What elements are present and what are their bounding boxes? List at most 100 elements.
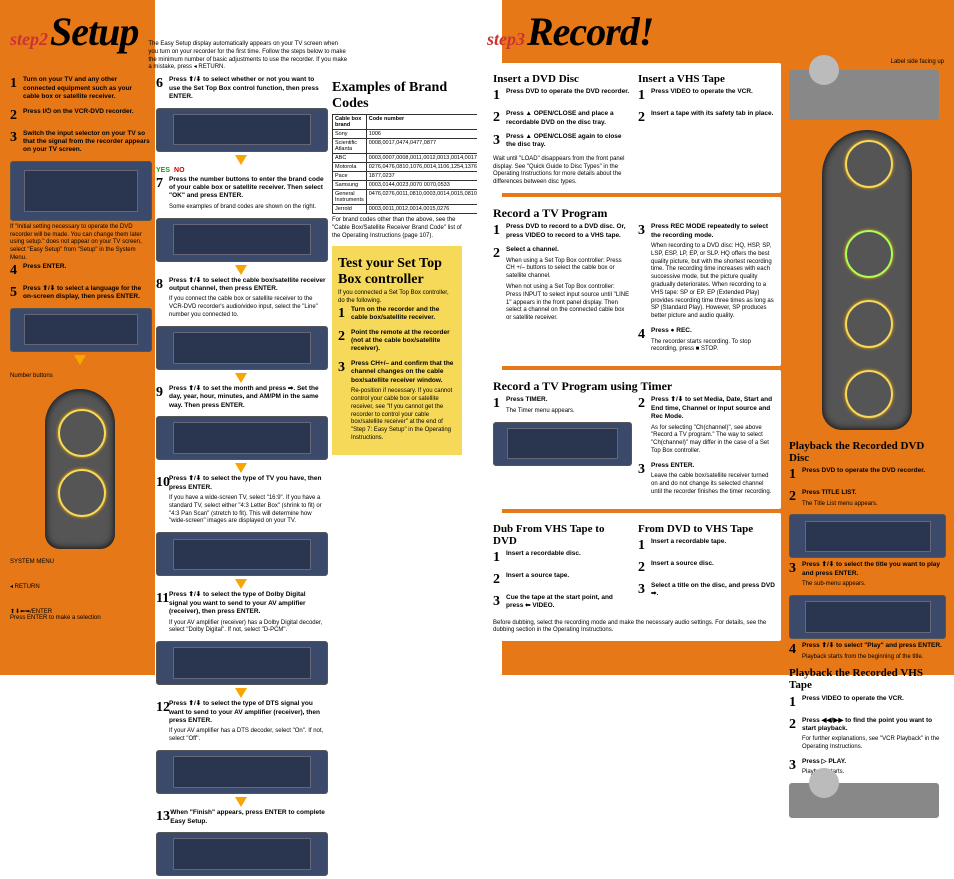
d1-n2: Insert a source tape. — [506, 572, 569, 580]
d2-n1: Insert a recordable tape. — [651, 538, 726, 546]
pv-n2: Press ◀◀/▶▶ to find the point you want t… — [802, 717, 932, 732]
rectv-n2b: When not using a Set Top Box controller:… — [506, 284, 630, 323]
step2-label: step2 — [10, 29, 48, 50]
s2-n12sub: If your AV amplifier has a DTS decoder, … — [169, 728, 326, 744]
dub1-title: Dub From VHS Tape to DVD — [493, 523, 630, 547]
tv-screen-6 — [156, 416, 328, 460]
tv-screen-8 — [156, 641, 328, 685]
dvd-player-illustration — [789, 70, 939, 120]
pd-n2: Press TITLE LIST. — [802, 489, 857, 496]
rectv-n2a: When using a Set Top Box controller: Pre… — [506, 258, 630, 281]
rt-n3: Press ENTER. — [651, 462, 694, 469]
d2-n2: Insert a source disc. — [651, 560, 714, 568]
table-row: General Instruments0476,0276,0011,0810,0… — [333, 189, 494, 204]
d1-n1: Insert a recordable disc. — [506, 550, 581, 558]
arrow-icon — [235, 797, 247, 807]
tv-screen-2 — [10, 308, 152, 352]
test-n2: Point the remote at the recorder (not at… — [351, 329, 456, 354]
pd-n1: Press DVD to operate the DVD recorder. — [802, 467, 925, 475]
tv-screen-9 — [156, 750, 328, 794]
arrow-icon — [235, 373, 247, 383]
tv-screen-titlelist — [789, 514, 946, 558]
test-n1: Turn on the recorder and the cable box/s… — [351, 306, 456, 323]
s2-n6: Press ⬆/⬇ to select whether or not you w… — [169, 76, 326, 101]
s2-n11sub: If your AV amplifier (receiver) has a Do… — [169, 620, 326, 636]
step3-title: Record! — [527, 8, 653, 55]
idvd-n2: Press ▲ OPEN/CLOSE and place a recordabl… — [506, 110, 630, 127]
brand-codes-title: Examples of Brand Codes — [332, 80, 462, 111]
yes-label: YES — [156, 167, 170, 174]
s2-n9: Press ⬆/⬇ to set the month and press ➡. … — [169, 385, 326, 410]
s2-n13: When "Finish" appears, press ENTER to co… — [170, 809, 326, 826]
rt-n2: Press ⬆/⬇ to set Media, Date, Start and … — [651, 396, 772, 420]
idvd-n3: Press ▲ OPEN/CLOSE again to close the di… — [506, 133, 630, 150]
s2-n12: Press ⬆/⬇ to select the type of DTS sign… — [169, 700, 320, 724]
pd-n4: Press ⬆/⬇ to select "Play" and press ENT… — [802, 642, 942, 649]
record-timer-card: Record a TV Program using Timer 1Press T… — [487, 370, 781, 509]
insert-vhs-title: Insert a VHS Tape — [638, 73, 775, 85]
arrow-icon — [235, 688, 247, 698]
dub-card: Dub From VHS Tape to DVD 1Insert a recor… — [487, 513, 781, 642]
brand-sub: For brand codes other than the above, se… — [332, 217, 462, 240]
tv-screen-3 — [156, 108, 328, 152]
insert-dvd-title: Insert a DVD Disc — [493, 73, 630, 85]
s2-n11: Press ⬆/⬇ to select the type of Dolby Di… — [169, 591, 306, 615]
pd-n3: Press ⬆/⬇ to select the title you want t… — [802, 561, 940, 576]
arrow-icon — [235, 265, 247, 275]
dub-sub: Before dubbing, select the recording mod… — [493, 620, 775, 636]
rectimer-title: Record a TV Program using Timer — [493, 380, 775, 393]
s2-n3sub: If "Initial setting necessary to operate… — [10, 224, 150, 263]
table-row: Samsung0003,0144,0023,0070 0070,0533 — [333, 180, 494, 189]
table-row: Jerrold0003,0011,0012,0014,0015,0276 — [333, 204, 494, 213]
tv-screen-10 — [156, 832, 328, 876]
s2-n5: Press ⬆/⬇ to select a language for the o… — [23, 285, 150, 302]
rectv-n1: Press DVD to record to a DVD disc. Or, p… — [506, 223, 630, 240]
rectv-n4: Press ● REC. — [651, 327, 692, 334]
arrow-icon — [235, 579, 247, 589]
ivhs-n2: Insert a tape with its safety tab in pla… — [651, 110, 773, 118]
table-row: Pace1877,0237 — [333, 171, 494, 180]
step3-label: step3 — [487, 29, 525, 50]
idvd-sub: Wait until "LOAD" disappears from the fr… — [493, 156, 630, 187]
dub2-title: From DVD to VHS Tape — [638, 523, 775, 535]
rec-ring-icon — [845, 370, 893, 418]
tv-screen-submenu — [789, 595, 946, 639]
d2-n3: Select a title on the disc, and press DV… — [651, 582, 775, 599]
pv-n3: Press ▷ PLAY. — [802, 758, 846, 765]
s2-n7: Press the number buttons to enter the br… — [169, 176, 324, 200]
arrow-icon — [235, 463, 247, 473]
rectv-n3sub: When recording to a DVD disc: HQ, HSP, S… — [651, 243, 775, 321]
tv-screen-1 — [10, 161, 152, 221]
s2-n1: Turn on your TV and any other connected … — [23, 76, 150, 101]
system-menu-label: SYSTEM MENU — [10, 559, 150, 565]
rectv-n3: Press REC MODE repeatedly to select the … — [651, 223, 768, 238]
enter-sublabel: Press ENTER to make a selection — [10, 615, 150, 621]
playvhs-title: Playback the Recorded VHS Tape — [789, 667, 944, 691]
standby-ring-icon — [58, 409, 106, 457]
table-row: ABC0003,0007,0008,0011,0012,0013,0014,00… — [333, 153, 494, 162]
s2-n10sub: If you have a wide-screen TV, select "16… — [169, 495, 326, 526]
tv-screen-4 — [156, 218, 328, 262]
idvd-n1: Press DVD to operate the DVD recorder. — [506, 88, 629, 96]
table-row: Motorola0276,0476,0810,1076,0014,1106,12… — [333, 162, 494, 171]
dpad-ring-icon — [845, 300, 893, 348]
s2-n8: Press ⬆/⬇ to select the cable box/satell… — [169, 277, 326, 292]
remote-small — [45, 389, 115, 549]
tv-screen-5 — [156, 326, 328, 370]
rectv-n2: Select a channel. — [506, 246, 559, 253]
insert-card: Insert a DVD Disc 1Press DVD to operate … — [487, 63, 781, 193]
s2-n4: Press ENTER. — [23, 263, 66, 271]
tv-screen-7 — [156, 532, 328, 576]
table-row: Sony1006 — [333, 129, 494, 138]
no-label: NO — [174, 167, 185, 174]
step2-intro: The Easy Setup display automatically app… — [148, 41, 348, 72]
arrow-icon — [74, 355, 86, 365]
tv-screen-timer — [493, 422, 632, 466]
rectv-n4sub: The recorder starts recording. To stop r… — [651, 339, 775, 355]
test-n3: Press CH+/– and confirm that the channel… — [351, 360, 453, 384]
step2-title: Setup — [50, 8, 138, 55]
test-n3sub: Re-position if necessary. If you cannot … — [351, 388, 456, 443]
return-label: ◂ RETURN — [10, 583, 150, 590]
vhs-player-illustration — [789, 783, 939, 818]
rt-n1: Press TIMER. — [506, 396, 548, 403]
